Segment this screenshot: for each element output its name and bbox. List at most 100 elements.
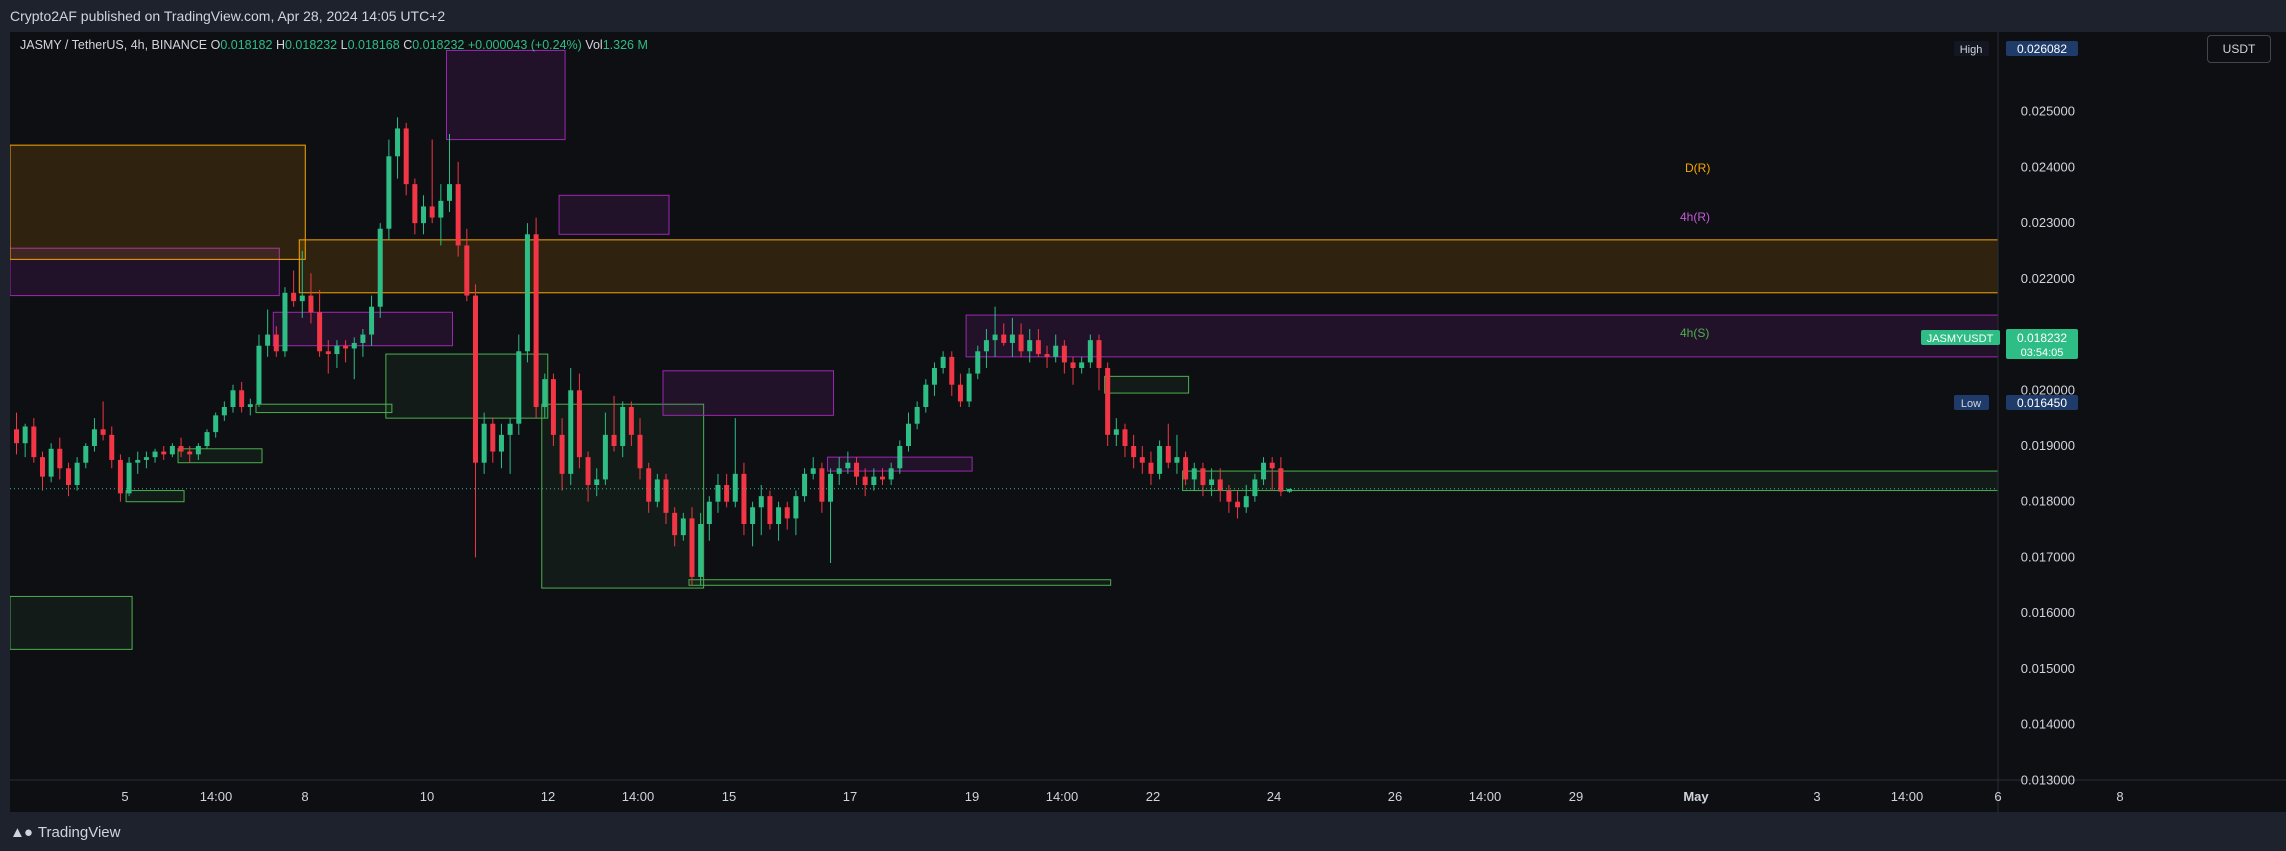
candle-body (784, 507, 790, 519)
candle-body (854, 462, 860, 477)
high-value-legend: 0.018232 (284, 38, 338, 52)
time-tick-label: 14:00 (1891, 789, 1924, 804)
candle-body (1200, 468, 1206, 485)
candle-body (308, 295, 314, 313)
zone-support-7 (1104, 375, 1190, 394)
candle-body (1139, 457, 1145, 463)
candle-body (1287, 488, 1293, 492)
candle-body (57, 448, 63, 469)
zone-resistance-12 (662, 370, 835, 416)
candle-body (1165, 446, 1171, 463)
low-label-legend: L (340, 38, 348, 52)
symbol-legend: JASMY / TetherUS, 4h, BINANCE O0.018182 … (20, 38, 648, 52)
low-value-legend: 0.018168 (347, 38, 400, 52)
candle-body (767, 496, 773, 524)
time-tick-label: 19 (965, 789, 979, 804)
candle-body (992, 334, 998, 341)
zone-daily-14 (9, 144, 306, 260)
price-axis: 0.0250000.0240000.0230000.0220000.021000… (2021, 104, 2075, 788)
candle-body (247, 404, 253, 407)
candle-body (1269, 462, 1275, 469)
candle-body (1053, 345, 1059, 357)
candle-body (369, 306, 375, 335)
candle-body (646, 468, 652, 502)
zones-layer (9, 49, 1999, 650)
candle-body (550, 379, 556, 435)
candle-body (836, 468, 842, 474)
footer: ▲● TradingView (0, 812, 2286, 851)
candle-body (1035, 340, 1041, 355)
candle-body (1174, 457, 1180, 463)
brand-name: TradingView (37, 824, 121, 841)
low-label: Low (1961, 398, 1981, 410)
candle-body (91, 429, 97, 446)
candle-body (152, 451, 158, 458)
zone-resistance-11 (558, 194, 670, 235)
price-chart[interactable]: D(R) 4h(R) 4h(S) 0.025000 0.024000 0.02300… (9, 32, 2286, 812)
candle-body (905, 423, 911, 446)
zone-support-0 (9, 595, 133, 650)
tradingview-brand[interactable]: ▲● TradingView (10, 824, 120, 841)
zone-support-2 (177, 448, 263, 464)
candle-body (576, 390, 582, 458)
candle-body (706, 501, 712, 524)
candle-body (1131, 446, 1137, 458)
candle-body (1087, 340, 1093, 363)
time-axis: 5 14:00 8 10 12 14:00 15 17 19 14:00 22 24 26 14:00 29… (121, 789, 2123, 804)
price-tick-label: 0.013000 (2021, 772, 2075, 787)
time-tick-label: 5 (121, 789, 128, 804)
candle-body (828, 473, 834, 502)
volume-label: Vol (585, 38, 603, 52)
publish-info: Crypto2AF published on TradingView.com, … (10, 8, 446, 24)
time-tick-label: 14:00 (1469, 789, 1502, 804)
candle-body (230, 390, 236, 407)
candle-body (421, 206, 427, 224)
candle-body (1252, 479, 1258, 497)
candle-body (1261, 462, 1267, 480)
zone-resistance-10 (446, 49, 566, 141)
price-tick-label: 0.024000 (2021, 159, 2075, 174)
candle-body (178, 446, 184, 452)
bar-countdown: 03:54:05 (2021, 347, 2064, 359)
candle-body (1278, 468, 1284, 492)
time-tick-label: 14:00 (1046, 789, 1079, 804)
candle-body (715, 485, 721, 502)
candle-body (143, 457, 149, 460)
price-tick-label: 0.025000 (2021, 104, 2075, 119)
zone-support-6 (688, 579, 1112, 586)
candle-body (360, 334, 366, 343)
currency-unit-button[interactable]: USDT (2207, 35, 2271, 63)
candle-body (923, 384, 929, 407)
candle-body (22, 426, 28, 444)
candle-body (880, 476, 885, 480)
last-price-marker: JASMYUSDT 0.018232 03:54:05 (1921, 329, 2078, 359)
candle-body (1044, 354, 1050, 357)
candle-body (1226, 490, 1232, 502)
open-label: O (210, 38, 221, 52)
candle-body (949, 356, 955, 385)
candle-body (793, 496, 799, 519)
candle-body (758, 496, 764, 508)
candle-body (39, 457, 45, 477)
candle-body (654, 479, 660, 502)
candle-body (810, 468, 816, 474)
candle-body (542, 379, 548, 407)
zone-resistance-16 (965, 314, 1999, 358)
chart-area[interactable]: D(R) 4h(R) 4h(S) 0.025000 0.024000 0.02300… (9, 32, 2286, 812)
candle-body (239, 390, 245, 407)
candle-body (83, 446, 89, 463)
candle-body (1148, 462, 1154, 474)
h4-support-label: 4h(S) (1680, 326, 1709, 340)
candle-body (1113, 429, 1119, 435)
zone-support-17 (1182, 470, 1999, 492)
time-tick-label: 12 (541, 789, 555, 804)
zone-support-3 (255, 403, 393, 414)
candle-body (957, 384, 963, 402)
candle-body (1209, 479, 1215, 485)
time-tick-label: 29 (1569, 789, 1583, 804)
candle-body (109, 434, 115, 460)
volume-value: 1.326 M (602, 38, 648, 52)
candle-body (1105, 368, 1111, 435)
candle-body (195, 446, 201, 455)
candle-body (663, 479, 669, 513)
